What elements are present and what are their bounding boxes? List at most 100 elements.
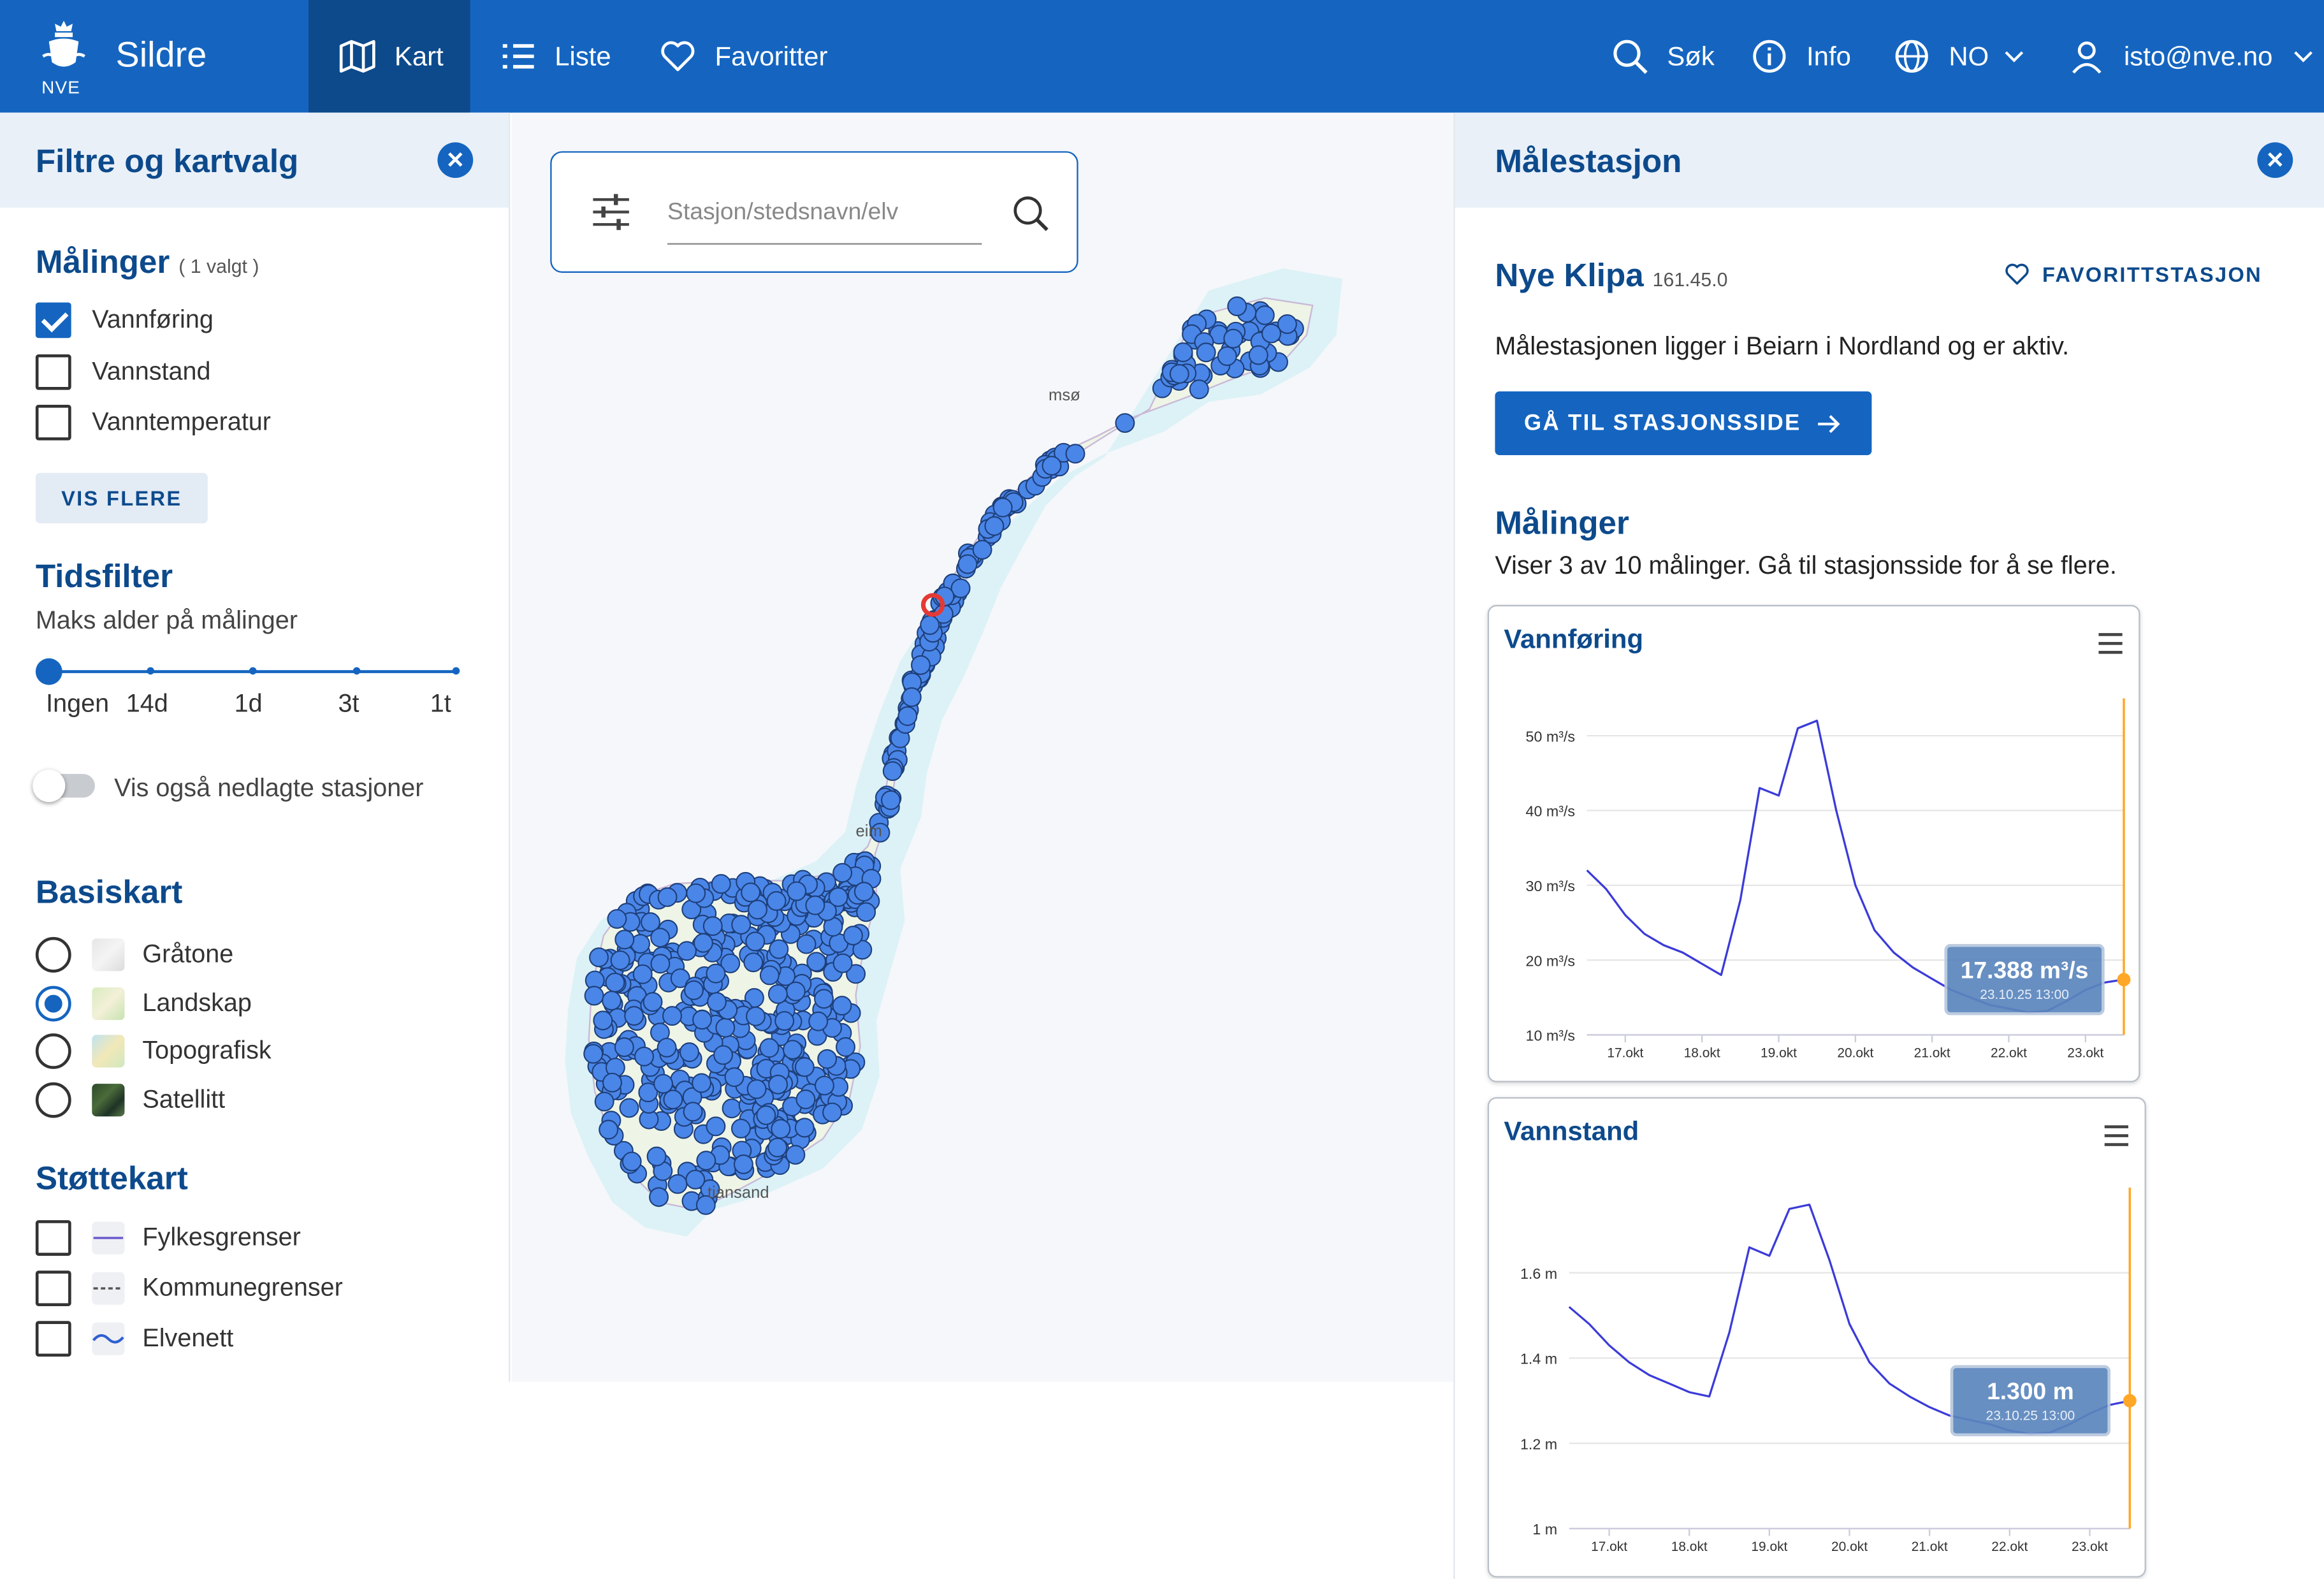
measurements-count: 1 valgt — [190, 255, 247, 277]
station-marker — [832, 953, 853, 973]
station-marker — [693, 933, 713, 953]
time-slider-step — [452, 667, 460, 675]
basemap-option-topographic[interactable]: Topografisk — [35, 1033, 272, 1069]
discharge-chart-card[interactable]: 10 m³/s 20 m³/s 30 m³/s 40 m³/s 50 m³/s 17.ok… — [1487, 604, 2142, 1084]
water-level-chart[interactable]: 1 m 1.2 m 1.4 m 1.6 m 17.okt 18.okt 19.okt 20.o… — [1489, 1098, 2147, 1579]
basemap-option-label: Gråtone — [142, 940, 234, 968]
chart-menu-icon[interactable] — [2104, 1125, 2128, 1152]
chart-y-tick-label: 50 m³/s — [1526, 728, 1576, 745]
overlay-option-county-borders[interactable]: Fylkesgrenser — [35, 1220, 301, 1256]
chart-menu-icon[interactable] — [2098, 633, 2123, 660]
chart-x-tick-label: 17.okt — [1591, 1539, 1627, 1554]
norway-station-map[interactable]: msø eim tiansand — [512, 113, 1454, 1382]
chart-x-tick-label: 21.okt — [1912, 1539, 1948, 1554]
station-marker — [1196, 342, 1216, 363]
chart-x-tick-label: 19.okt — [1751, 1539, 1787, 1554]
station-marker — [634, 1046, 655, 1066]
station-marker — [794, 1117, 815, 1138]
station-marker — [706, 1116, 726, 1137]
station-marker — [649, 1187, 669, 1207]
chart-x-tick-label: 23.okt — [2072, 1539, 2108, 1554]
station-marker — [686, 883, 706, 903]
time-slider-tick: 14d — [126, 689, 168, 718]
overlay-option-municipality-borders[interactable]: Kommunegrenser — [35, 1270, 343, 1307]
station-marker — [817, 1049, 838, 1069]
checkbox[interactable] — [35, 354, 71, 390]
go-to-station-page-button[interactable]: GÅ TIL STASJONSSIDE — [1495, 391, 1872, 456]
station-marker — [685, 1169, 706, 1190]
filter-panel-header: Filtre og kartvalg ✕ — [0, 112, 509, 208]
map-view[interactable]: Stasjon/stedsnavn/elv msø eim tiansand — [511, 112, 1454, 1382]
station-marker — [1277, 314, 1297, 334]
checkbox[interactable] — [35, 404, 71, 440]
station-marker — [787, 881, 807, 901]
nav-tab-favorites[interactable]: Favoritter — [658, 0, 827, 113]
checkbox[interactable] — [35, 1321, 71, 1357]
checkbox[interactable] — [35, 1220, 71, 1256]
show-closed-stations-toggle[interactable] — [33, 769, 95, 803]
time-filter-title: Tidsfilter — [35, 557, 173, 595]
favorite-station-button[interactable]: FAVORITTSTASJON — [2004, 261, 2263, 287]
chart-tooltip-value: 17.388 m³/s — [1961, 956, 2089, 983]
nav-tab-list[interactable]: Liste — [498, 0, 611, 113]
station-marker — [1173, 342, 1193, 363]
chart-y-tick-label: 1.4 m — [1520, 1351, 1557, 1367]
station-marker — [731, 915, 752, 935]
close-icon: ✕ — [446, 148, 465, 174]
time-slider-handle[interactable] — [35, 658, 62, 685]
brand[interactable]: NVE Sildre — [0, 0, 309, 113]
discharge-chart[interactable]: 10 m³/s 20 m³/s 30 m³/s 40 m³/s 50 m³/s 17.ok… — [1489, 606, 2142, 1084]
station-marker — [853, 882, 874, 902]
station-marker — [607, 909, 627, 929]
station-marker — [785, 981, 806, 1001]
station-marker — [724, 1067, 744, 1088]
basemap-option-grayscale[interactable]: Gråtone — [35, 936, 234, 973]
station-marker — [759, 965, 780, 986]
station-marker — [707, 992, 727, 1012]
station-marker — [602, 991, 622, 1011]
station-marker — [663, 1089, 683, 1110]
station-marker — [1248, 345, 1268, 365]
radio-button[interactable] — [35, 1082, 71, 1118]
station-marker — [730, 1118, 751, 1139]
go-to-station-page-label: GÅ TIL STASJONSSIDE — [1524, 411, 1801, 436]
nav-tab-map[interactable]: Kart — [308, 0, 470, 113]
checkbox[interactable] — [35, 302, 71, 338]
radio-button[interactable] — [35, 986, 71, 1022]
radio-button[interactable] — [35, 936, 71, 973]
close-filter-panel-button[interactable]: ✕ — [437, 142, 474, 178]
checkbox[interactable] — [35, 1270, 71, 1307]
basemap-option-landscape[interactable]: Landskap — [35, 986, 252, 1022]
measurement-option-water-temperature[interactable]: Vanntemperatur — [35, 404, 271, 440]
radio-button[interactable] — [35, 1033, 71, 1069]
chart-x-tick-label: 22.okt — [1991, 1045, 2027, 1060]
language-selector[interactable]: NO — [1892, 0, 2028, 113]
station-marker — [683, 1102, 703, 1122]
discharge-chart-title: Vannføring — [1504, 624, 1644, 654]
time-slider-step — [249, 667, 257, 675]
station-marker — [692, 1010, 712, 1030]
water-level-chart-card[interactable]: 1 m 1.2 m 1.4 m 1.6 m 17.okt 18.okt 19.okt 20.o… — [1487, 1097, 2147, 1579]
info-nav-button[interactable]: Info — [1750, 0, 1851, 113]
station-code: 161.45.0 — [1652, 268, 1728, 291]
close-station-panel-button[interactable]: ✕ — [2257, 142, 2293, 178]
user-menu[interactable]: isto@nve.no — [2068, 0, 2318, 113]
chart-last-point — [2123, 1393, 2137, 1408]
station-marker — [881, 790, 901, 810]
station-marker — [619, 1098, 639, 1118]
chart-x-tick-label: 18.okt — [1684, 1045, 1720, 1060]
info-nav-label: Info — [1806, 40, 1851, 71]
station-marker — [771, 1119, 791, 1139]
language-label: NO — [1949, 40, 1989, 71]
overlay-option-river-network[interactable]: Elvenett — [35, 1321, 233, 1357]
basemap-option-satellite[interactable]: Satellitt — [35, 1082, 225, 1118]
measurement-option-water-level[interactable]: Vannstand — [35, 354, 210, 390]
station-marker — [957, 554, 978, 574]
station-marker — [882, 761, 903, 782]
search-nav-button[interactable]: Søk — [1611, 0, 1715, 113]
measurement-option-discharge[interactable]: Vannføring — [35, 302, 214, 338]
station-marker — [1065, 444, 1086, 464]
station-marker — [677, 941, 697, 961]
station-marker — [589, 947, 609, 968]
show-more-button[interactable]: VIS FLERE — [35, 472, 208, 524]
